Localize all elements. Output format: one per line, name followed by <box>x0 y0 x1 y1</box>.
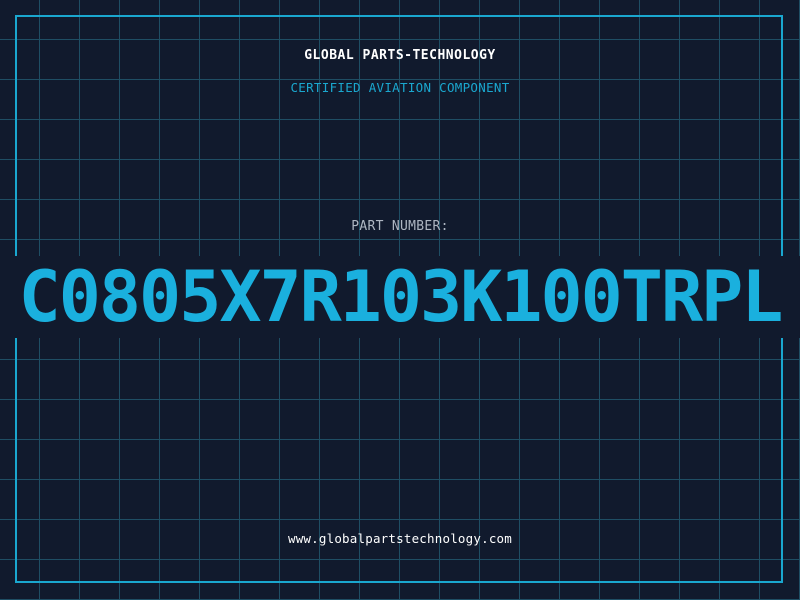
part-number-value: C0805X7R103K100TRPL <box>18 256 784 338</box>
website-url: www.globalpartstechnology.com <box>287 531 513 546</box>
company-name: GLOBAL PARTS-TECHNOLOGY <box>304 48 496 63</box>
part-number-label: PART NUMBER: <box>351 219 449 234</box>
certificate-card: GLOBAL PARTS-TECHNOLOGY CERTIFIED AVIATI… <box>0 0 800 600</box>
certification-subtitle: CERTIFIED AVIATION COMPONENT <box>290 80 510 95</box>
part-number-band: C0805X7R103K100TRPL <box>0 256 800 338</box>
